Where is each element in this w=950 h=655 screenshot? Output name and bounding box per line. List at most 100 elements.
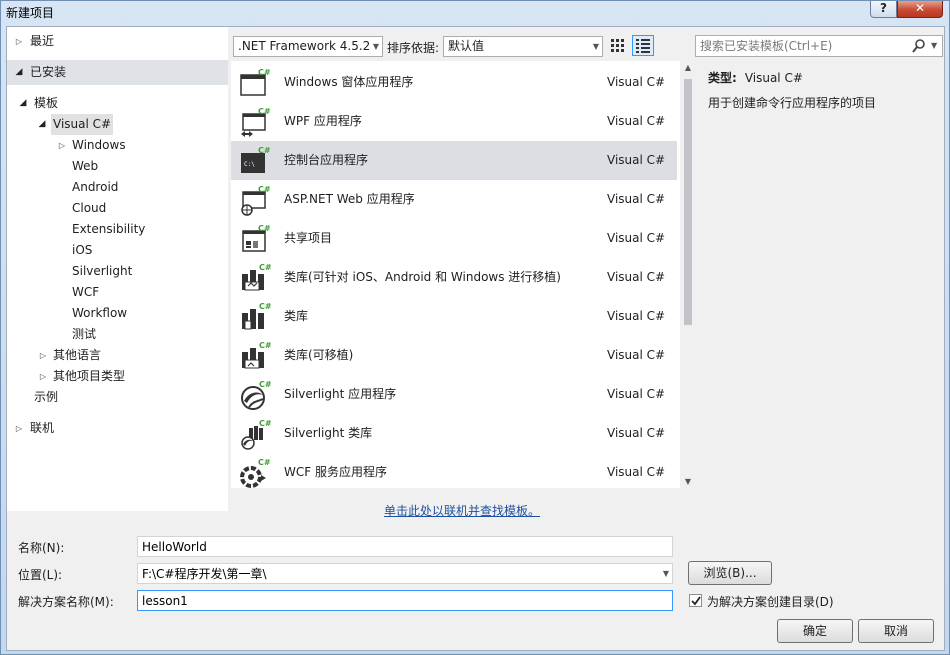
framework-select[interactable]: .NET Framework 4.5.2 ▼ xyxy=(233,36,383,57)
tree-item-web[interactable]: Web xyxy=(7,156,228,177)
template-language: Visual C# xyxy=(607,231,666,245)
template-item[interactable]: C# WPF 应用程序 Visual C# xyxy=(231,102,677,141)
browse-button[interactable]: 浏览(B)... xyxy=(688,561,772,585)
tree-item-online[interactable]: ▷ 联机 xyxy=(7,418,228,439)
template-item[interactable]: C# 类库(可针对 iOS、Android 和 Windows 进行移植) Vi… xyxy=(231,258,677,297)
location-input[interactable] xyxy=(138,564,672,583)
tree-label: iOS xyxy=(72,243,93,257)
shared-project-icon: C# xyxy=(242,224,271,252)
framework-select-value: .NET Framework 4.5.2 xyxy=(238,39,371,53)
tree-item-visual-csharp[interactable]: ◢ Visual C# xyxy=(7,114,228,135)
tree-item-samples[interactable]: 示例 xyxy=(7,387,228,408)
svg-text:C#: C# xyxy=(258,68,271,77)
list-view-button[interactable] xyxy=(632,35,654,56)
template-details-panel: 类型: Visual C# 用于创建命令行应用程序的项目 xyxy=(702,61,943,511)
small-icons-view-button[interactable] xyxy=(607,35,629,56)
tree-item-workflow[interactable]: Workflow xyxy=(7,303,228,324)
tree-label: Visual C# xyxy=(51,114,114,135)
expand-arrow-icon[interactable]: ▷ xyxy=(38,345,48,366)
template-name: Windows 窗体应用程序 xyxy=(284,75,414,89)
template-item[interactable]: C# 类库(可移植) Visual C# xyxy=(231,336,677,375)
class-library-icon: C# xyxy=(242,302,271,330)
template-name: Silverlight 类库 xyxy=(284,426,373,440)
location-combo[interactable]: ▼ xyxy=(137,563,673,584)
tree-item-extensibility[interactable]: Extensibility xyxy=(7,219,228,240)
help-button[interactable]: ? xyxy=(870,1,897,18)
portable-class-library-icon: C# xyxy=(242,341,271,369)
svg-text:C#: C# xyxy=(259,302,271,311)
collapse-arrow-icon[interactable]: ◢ xyxy=(14,60,24,85)
template-item[interactable]: C# Silverlight 应用程序 Visual C# xyxy=(231,375,677,414)
template-name: 控制台应用程序 xyxy=(284,153,369,167)
tree-item-cloud[interactable]: Cloud xyxy=(7,198,228,219)
template-item[interactable]: C# ASP.NET Web 应用程序 Visual C# xyxy=(231,180,677,219)
search-input[interactable] xyxy=(697,37,907,55)
tree-label: Extensibility xyxy=(72,222,146,236)
collapse-arrow-icon[interactable]: ◢ xyxy=(18,93,28,114)
svg-text:C#: C# xyxy=(259,263,271,272)
tree-label: 其他项目类型 xyxy=(53,369,126,383)
svg-text:C:\: C:\ xyxy=(244,161,255,168)
solution-name-input[interactable] xyxy=(138,591,672,610)
tree-label: 测试 xyxy=(72,327,97,341)
svg-text:C#: C# xyxy=(259,380,271,389)
portable-library-icon: C# xyxy=(242,263,271,291)
cancel-button[interactable]: 取消 xyxy=(858,619,934,643)
scroll-down-icon[interactable]: ▼ xyxy=(680,477,696,486)
search-icon[interactable] xyxy=(912,39,926,53)
project-name-input[interactable] xyxy=(138,537,672,556)
template-list-scrollbar[interactable]: ▲ ▼ xyxy=(680,61,696,488)
name-label: 名称(N): xyxy=(18,541,65,555)
scroll-up-icon[interactable]: ▲ xyxy=(680,63,696,72)
collapse-arrow-icon[interactable]: ◢ xyxy=(37,114,47,135)
project-name-field[interactable] xyxy=(137,536,673,557)
tree-label: Silverlight xyxy=(72,264,133,278)
tree-item-other-languages[interactable]: ▷ 其他语言 xyxy=(7,345,228,366)
find-online-templates-link[interactable]: 单击此处以联机并查找模板。 xyxy=(384,502,540,519)
silverlight-app-icon: C# xyxy=(241,380,271,410)
tree-item-test[interactable]: 测试 xyxy=(7,324,228,345)
sort-select[interactable]: 默认值 ▼ xyxy=(443,36,603,57)
tree-item-windows[interactable]: ▷ Windows xyxy=(7,135,228,156)
winforms-icon: C# xyxy=(240,68,271,96)
scrollbar-thumb[interactable] xyxy=(684,79,692,325)
svg-text:C#: C# xyxy=(259,419,271,428)
tree-item-templates[interactable]: ◢ 模板 xyxy=(7,93,228,114)
create-directory-checkbox[interactable] xyxy=(689,594,702,607)
template-item[interactable]: C# 共享项目 Visual C# xyxy=(231,219,677,258)
expand-arrow-icon[interactable]: ▷ xyxy=(14,418,24,439)
close-button[interactable]: ✕ xyxy=(897,1,943,18)
chevron-down-icon[interactable]: ▼ xyxy=(663,564,669,583)
create-directory-label[interactable]: 为解决方案创建目录(D) xyxy=(707,593,834,610)
template-item-selected[interactable]: C:\ C# 控制台应用程序 Visual C# xyxy=(231,141,677,180)
tree-item-ios[interactable]: iOS xyxy=(7,240,228,261)
solution-name-label: 解决方案名称(M): xyxy=(18,595,114,609)
template-item[interactable]: C# Windows 窗体应用程序 Visual C# xyxy=(231,63,677,102)
template-item[interactable]: C# 类库 Visual C# xyxy=(231,297,677,336)
expand-arrow-icon[interactable]: ▷ xyxy=(38,366,48,387)
dialog-body: ▷ 最近 ◢ 已安装 ◢ 模板 ◢ Visual C# ▷ Windows We… xyxy=(6,26,945,651)
tree-item-wcf[interactable]: WCF xyxy=(7,282,228,303)
chevron-down-icon[interactable]: ▼ xyxy=(931,36,937,56)
solution-name-field[interactable] xyxy=(137,590,673,611)
template-language: Visual C# xyxy=(607,192,666,206)
template-name: 类库(可移植) xyxy=(284,348,354,362)
tree-item-android[interactable]: Android xyxy=(7,177,228,198)
template-search-box[interactable]: ▼ xyxy=(695,35,943,57)
svg-text:C#: C# xyxy=(258,107,271,116)
tree-item-recent[interactable]: ▷ 最近 xyxy=(7,31,228,52)
tree-item-other-project-types[interactable]: ▷ 其他项目类型 xyxy=(7,366,228,387)
tree-label: 示例 xyxy=(34,390,59,404)
template-item[interactable]: C# Silverlight 类库 Visual C# xyxy=(231,414,677,453)
template-item[interactable]: C# WCF 服务应用程序 Visual C# xyxy=(231,453,677,488)
expand-arrow-icon[interactable]: ▷ xyxy=(14,31,24,52)
svg-text:C#: C# xyxy=(258,224,271,233)
svg-text:C#: C# xyxy=(258,185,271,194)
chevron-down-icon: ▼ xyxy=(592,42,599,51)
tree-item-silverlight[interactable]: Silverlight xyxy=(7,261,228,282)
web-app-icon: C# xyxy=(241,185,271,216)
template-name: 类库 xyxy=(284,309,309,323)
expand-arrow-icon[interactable]: ▷ xyxy=(57,135,67,156)
ok-button[interactable]: 确定 xyxy=(777,619,853,643)
tree-item-installed[interactable]: ◢ 已安装 xyxy=(7,60,228,85)
